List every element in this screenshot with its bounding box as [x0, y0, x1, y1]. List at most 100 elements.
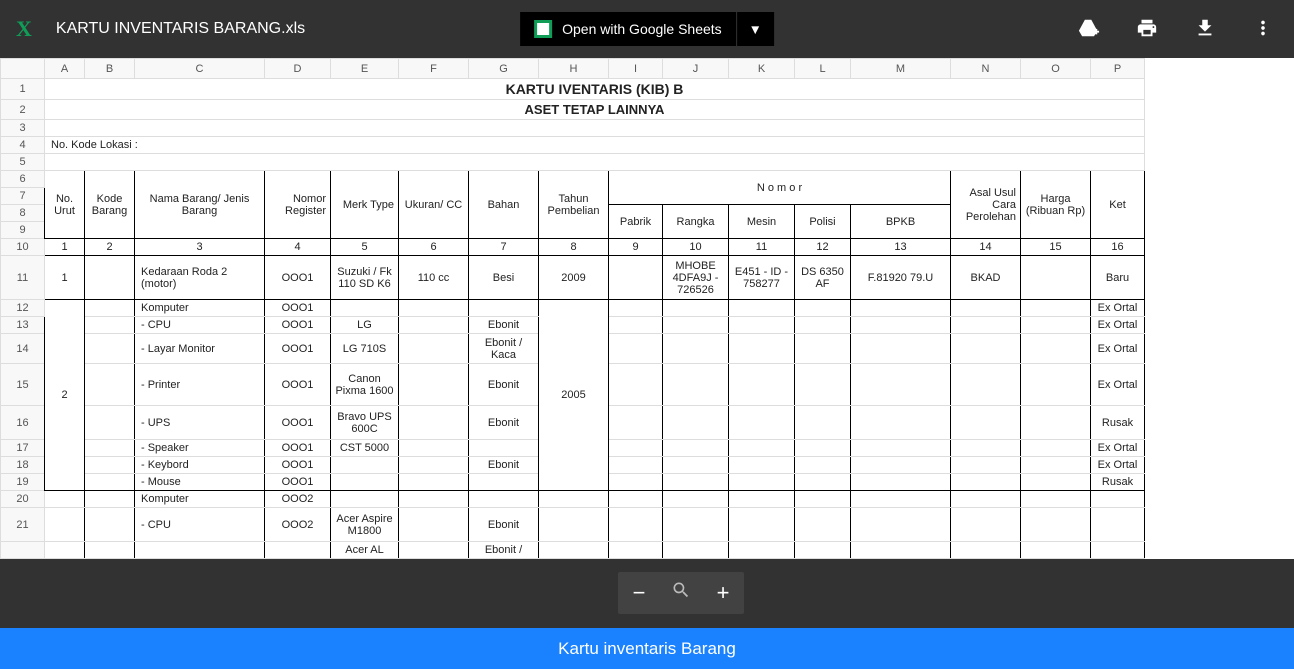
cell[interactable]	[609, 457, 663, 474]
cell[interactable]	[1021, 317, 1091, 334]
cell[interactable]: DS 6350 AF	[795, 256, 851, 300]
cell[interactable]: OOO2	[265, 491, 331, 508]
cell[interactable]	[1091, 508, 1145, 542]
hdr-ukuran[interactable]: Ukuran/ CC	[399, 171, 469, 239]
cell[interactable]	[663, 300, 729, 317]
cell[interactable]	[795, 491, 851, 508]
cell[interactable]	[331, 474, 399, 491]
row-15[interactable]: 15	[1, 364, 45, 406]
cell[interactable]	[85, 491, 135, 508]
cell[interactable]	[851, 508, 951, 542]
cell[interactable]	[663, 406, 729, 440]
cell[interactable]	[663, 508, 729, 542]
cell[interactable]	[609, 406, 663, 440]
cell[interactable]: Bravo UPS 600C	[331, 406, 399, 440]
cell[interactable]: 6	[399, 239, 469, 256]
hdr-nomor-register[interactable]: Nomor Register	[265, 171, 331, 239]
cell[interactable]: OOO2	[265, 508, 331, 542]
cell[interactable]: Ex Ortal	[1091, 364, 1145, 406]
col-M[interactable]: M	[851, 59, 951, 79]
cell[interactable]: Suzuki / Fk 110 SD K6	[331, 256, 399, 300]
cell[interactable]: 11	[729, 239, 795, 256]
cell[interactable]: Ebonit	[469, 508, 539, 542]
cell[interactable]: LG	[331, 317, 399, 334]
col-G[interactable]: G	[469, 59, 539, 79]
cell[interactable]: Ex Ortal	[1091, 440, 1145, 457]
cell[interactable]	[1021, 406, 1091, 440]
cell[interactable]: 12	[795, 239, 851, 256]
cell[interactable]	[85, 474, 135, 491]
hdr-bpkb[interactable]: BPKB	[851, 205, 951, 239]
cell[interactable]: CST 5000	[331, 440, 399, 457]
cell[interactable]	[399, 317, 469, 334]
cell[interactable]: Ebonit	[469, 317, 539, 334]
cell[interactable]	[795, 508, 851, 542]
hdr-polisi[interactable]: Polisi	[795, 205, 851, 239]
col-H[interactable]: H	[539, 59, 609, 79]
row-12[interactable]: 12	[1, 300, 45, 317]
cell[interactable]	[609, 334, 663, 364]
cell[interactable]	[729, 300, 795, 317]
row-4[interactable]: 4	[1, 137, 45, 154]
cell[interactable]	[469, 474, 539, 491]
cell[interactable]	[851, 317, 951, 334]
cell[interactable]: OOO1	[265, 256, 331, 300]
cell[interactable]	[663, 364, 729, 406]
col-N[interactable]: N	[951, 59, 1021, 79]
cell[interactable]	[45, 154, 1145, 171]
cell[interactable]	[851, 440, 951, 457]
cell[interactable]	[663, 457, 729, 474]
col-K[interactable]: K	[729, 59, 795, 79]
cell[interactable]	[851, 457, 951, 474]
row-11[interactable]: 11	[1, 256, 45, 300]
cell[interactable]: F.81920 79.U	[851, 256, 951, 300]
cell[interactable]: E451 - ID - 758277	[729, 256, 795, 300]
cell[interactable]	[539, 491, 609, 508]
cell[interactable]	[45, 508, 85, 542]
cell[interactable]	[331, 491, 399, 508]
cell[interactable]	[951, 440, 1021, 457]
cell[interactable]	[951, 508, 1021, 542]
cell[interactable]	[951, 406, 1021, 440]
hdr-ket[interactable]: Ket	[1091, 171, 1145, 239]
cell[interactable]	[399, 542, 469, 559]
cell[interactable]	[1021, 491, 1091, 508]
col-J[interactable]: J	[663, 59, 729, 79]
cell[interactable]	[1021, 542, 1091, 559]
cell[interactable]: OOO1	[265, 364, 331, 406]
cell[interactable]	[1091, 491, 1145, 508]
cell[interactable]	[539, 542, 609, 559]
cell[interactable]: 4	[265, 239, 331, 256]
cell[interactable]	[729, 474, 795, 491]
download-button[interactable]	[1190, 13, 1220, 46]
col-E[interactable]: E	[331, 59, 399, 79]
sheet-viewport[interactable]: A B C D E F G H I J K L M N O P 1 KARTU …	[0, 58, 1294, 628]
cell[interactable]	[85, 406, 135, 440]
hdr-pabrik[interactable]: Pabrik	[609, 205, 663, 239]
cell[interactable]: Ex Ortal	[1091, 334, 1145, 364]
cell[interactable]	[609, 542, 663, 559]
cell[interactable]	[85, 317, 135, 334]
cell[interactable]: 8	[539, 239, 609, 256]
cell[interactable]: 110 cc	[399, 256, 469, 300]
hdr-no-urut[interactable]: No. Urut	[45, 171, 85, 239]
col-L[interactable]: L	[795, 59, 851, 79]
row-20[interactable]: 20	[1, 491, 45, 508]
row-18[interactable]: 18	[1, 457, 45, 474]
row-16[interactable]: 16	[1, 406, 45, 440]
more-button[interactable]	[1248, 13, 1278, 46]
cell[interactable]	[795, 364, 851, 406]
cell[interactable]	[729, 457, 795, 474]
row-9[interactable]: 9	[1, 222, 45, 239]
cell[interactable]	[729, 440, 795, 457]
cell[interactable]	[795, 440, 851, 457]
row-1[interactable]: 1	[1, 79, 45, 100]
cell[interactable]: OOO1	[265, 440, 331, 457]
cell[interactable]: Ex Ortal	[1091, 300, 1145, 317]
cell[interactable]: OOO1	[265, 317, 331, 334]
cell[interactable]	[609, 491, 663, 508]
cell[interactable]: Acer AL	[331, 542, 399, 559]
cell[interactable]: OOO1	[265, 300, 331, 317]
row-7[interactable]: 7	[1, 188, 45, 205]
cell[interactable]	[951, 334, 1021, 364]
